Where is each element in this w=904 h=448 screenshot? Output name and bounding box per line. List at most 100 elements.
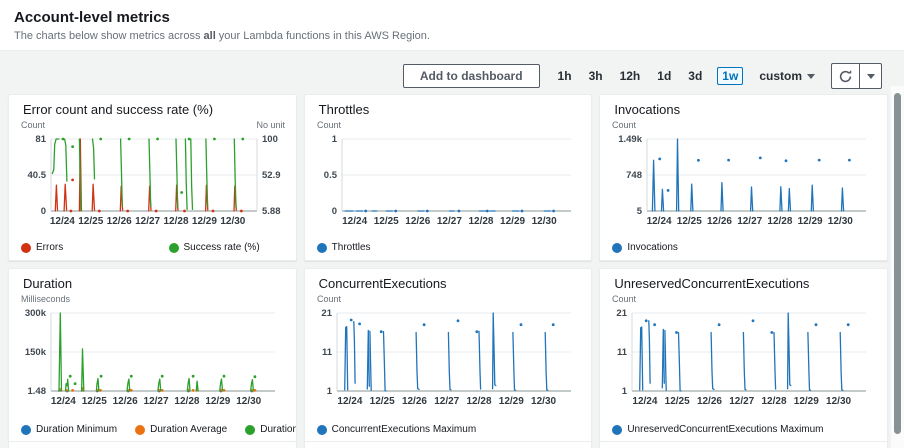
concurrent-executions-chart-plot[interactable]: Count2111112/24 12/25 12/26 12/27 12/28 12/29… bbox=[317, 293, 581, 416]
refresh-icon bbox=[839, 69, 852, 82]
svg-text:12/27: 12/27 bbox=[730, 396, 755, 407]
svg-text:12/27: 12/27 bbox=[434, 396, 459, 407]
svg-text:300k: 300k bbox=[25, 308, 47, 319]
svg-text:12/25: 12/25 bbox=[373, 216, 398, 227]
unreserved-concurrent-executions-chart-plot[interactable]: Count2111112/24 12/25 12/26 12/27 12/28 12/29… bbox=[612, 293, 876, 416]
legend-item-throttles[interactable]: Throttles bbox=[316, 242, 371, 253]
refresh-options-button[interactable] bbox=[859, 64, 881, 88]
legend-item-invocations[interactable]: Invocations bbox=[612, 242, 678, 253]
chart-title: ConcurrentExecutions bbox=[318, 276, 447, 291]
legend-label: Duration Maximum bbox=[260, 424, 297, 435]
svg-text:12/25: 12/25 bbox=[82, 396, 107, 407]
page-title: Account-level metrics bbox=[14, 9, 170, 26]
legend-chip-icon bbox=[316, 242, 327, 253]
svg-text:12/26: 12/26 bbox=[107, 216, 132, 227]
legend-item-success-rate-[interactable]: Success rate (%) bbox=[168, 242, 260, 253]
legend-item-duration-average[interactable]: Duration Average bbox=[135, 424, 227, 435]
svg-text:150k: 150k bbox=[25, 347, 47, 358]
page-subtitle: The charts below show metrics across all… bbox=[14, 30, 890, 42]
refresh-button[interactable] bbox=[832, 64, 859, 88]
svg-text:12/29: 12/29 bbox=[794, 396, 819, 407]
next-row-card-stubs bbox=[8, 441, 888, 448]
svg-text:21: 21 bbox=[321, 308, 332, 319]
duration-chart-plot[interactable]: Milliseconds 300k 150k 1.48 12/24 12/25 12/26 1… bbox=[21, 293, 285, 416]
legend-label: ConcurrentExecutions Maximum bbox=[331, 424, 477, 435]
chart-legend: UnreservedConcurrentExecutions Maximum bbox=[612, 424, 875, 435]
chart-legend: Invocations bbox=[612, 242, 875, 253]
svg-text:12/28: 12/28 bbox=[468, 216, 493, 227]
add-to-dashboard-button[interactable]: Add to dashboard bbox=[402, 64, 540, 88]
legend-label: Throttles bbox=[331, 242, 371, 253]
time-range-1d[interactable]: 1d bbox=[655, 67, 673, 85]
svg-text:12/24: 12/24 bbox=[50, 216, 75, 227]
page-header: Account-level metrics The charts below s… bbox=[0, 0, 904, 51]
chart-card-invocations: Invocations Count 1.49k 748 5 12/24 12/25 12/2… bbox=[599, 94, 888, 261]
chart-title: Error count and success rate (%) bbox=[23, 102, 214, 117]
time-range-1h[interactable]: 1h bbox=[556, 67, 574, 85]
error-success-chart-plot[interactable]: Count No unit 81 100 40.5 52.9 0 5.88 12/24 12/25… bbox=[21, 119, 285, 236]
refresh-split-button bbox=[831, 63, 882, 89]
time-range-1w[interactable]: 1w bbox=[717, 67, 744, 85]
subtitle-text: your Lambda functions in this AWS Region… bbox=[215, 30, 430, 42]
time-range-3h[interactable]: 3h bbox=[587, 67, 605, 85]
svg-text:12/29: 12/29 bbox=[205, 396, 230, 407]
chart-title: Invocations bbox=[614, 102, 681, 117]
legend-item-duration-minimum[interactable]: Duration Minimum bbox=[21, 424, 117, 435]
svg-text:12/25: 12/25 bbox=[78, 216, 103, 227]
svg-text:12/29: 12/29 bbox=[500, 216, 525, 227]
legend-label: Errors bbox=[36, 242, 64, 253]
chart-legend: Duration Minimum Duration Average Duration… bbox=[21, 424, 296, 435]
svg-text:Count: Count bbox=[612, 294, 637, 304]
chart-card-throttles: Throttles Count 1 0.5 0 12/24 12/25 12/26 12/27… bbox=[303, 94, 593, 261]
legend-item-errors[interactable]: Errors bbox=[21, 242, 63, 253]
svg-text:12/28: 12/28 bbox=[174, 396, 199, 407]
svg-text:21: 21 bbox=[617, 308, 628, 319]
legend-chip-icon bbox=[245, 424, 256, 435]
svg-text:0: 0 bbox=[41, 206, 46, 217]
svg-text:1.48: 1.48 bbox=[28, 386, 47, 397]
svg-text:748: 748 bbox=[626, 170, 642, 181]
legend-label: Duration Average bbox=[150, 424, 228, 435]
time-range-12h[interactable]: 12h bbox=[618, 67, 643, 85]
scrollbar-thumb[interactable] bbox=[894, 93, 901, 434]
legend-item-unreservedconcurrentexecutions-maximum[interactable]: UnreservedConcurrentExecutions Maximum bbox=[612, 424, 824, 435]
svg-text:12/24: 12/24 bbox=[647, 216, 672, 227]
chart-title: UnreservedConcurrentExecutions bbox=[614, 276, 810, 291]
card-stub bbox=[303, 441, 593, 448]
chart-card-unreserved-concurrent-executions: UnreservedConcurrentExecutions Count 21 11… bbox=[599, 268, 888, 443]
svg-text:Milliseconds: Milliseconds bbox=[21, 294, 71, 304]
custom-range-dropdown[interactable]: custom bbox=[759, 69, 815, 83]
svg-text:No unit: No unit bbox=[256, 120, 285, 130]
svg-text:12/28: 12/28 bbox=[466, 396, 491, 407]
svg-text:12/28: 12/28 bbox=[768, 216, 793, 227]
svg-text:12/24: 12/24 bbox=[342, 216, 367, 227]
svg-text:81: 81 bbox=[35, 134, 46, 145]
svg-text:12/26: 12/26 bbox=[113, 396, 138, 407]
svg-text:11: 11 bbox=[617, 347, 628, 358]
svg-text:12/30: 12/30 bbox=[531, 216, 556, 227]
svg-text:12/30: 12/30 bbox=[826, 396, 851, 407]
throttles-chart-plot[interactable]: Count 1 0.5 0 12/24 12/25 12/26 12/27 12/28 12/29… bbox=[317, 119, 581, 236]
chart-card-concurrent-executions: ConcurrentExecutions Count 21 11 1 12/24 12/2… bbox=[303, 268, 593, 443]
svg-text:12/27: 12/27 bbox=[437, 216, 462, 227]
time-range-3d[interactable]: 3d bbox=[686, 67, 704, 85]
legend-item-concurrentexecutions-maximum[interactable]: ConcurrentExecutions Maximum bbox=[316, 424, 477, 435]
svg-text:40.5: 40.5 bbox=[28, 170, 47, 181]
invocations-chart-plot[interactable]: Count 1.49k 748 5 12/24 12/25 12/26 12/27 12/28 1… bbox=[612, 119, 876, 236]
custom-range-label: custom bbox=[759, 69, 802, 83]
legend-label: Invocations bbox=[627, 242, 678, 253]
legend-label: UnreservedConcurrentExecutions Maximum bbox=[627, 424, 824, 435]
legend-chip-icon bbox=[21, 424, 31, 435]
subtitle-emphasis: all bbox=[203, 30, 216, 42]
chart-legend: Throttles bbox=[316, 242, 580, 253]
svg-text:12/24: 12/24 bbox=[337, 396, 362, 407]
legend-item-duration-maximum[interactable]: Duration Maximum bbox=[245, 424, 296, 435]
svg-text:5: 5 bbox=[637, 206, 643, 217]
svg-text:12/25: 12/25 bbox=[369, 396, 394, 407]
scrollbar-track[interactable] bbox=[891, 86, 904, 448]
svg-text:100: 100 bbox=[262, 134, 278, 145]
svg-text:12/29: 12/29 bbox=[498, 396, 523, 407]
legend-chip-icon bbox=[168, 242, 179, 253]
legend-chip-icon bbox=[316, 424, 327, 435]
svg-text:12/27: 12/27 bbox=[738, 216, 763, 227]
